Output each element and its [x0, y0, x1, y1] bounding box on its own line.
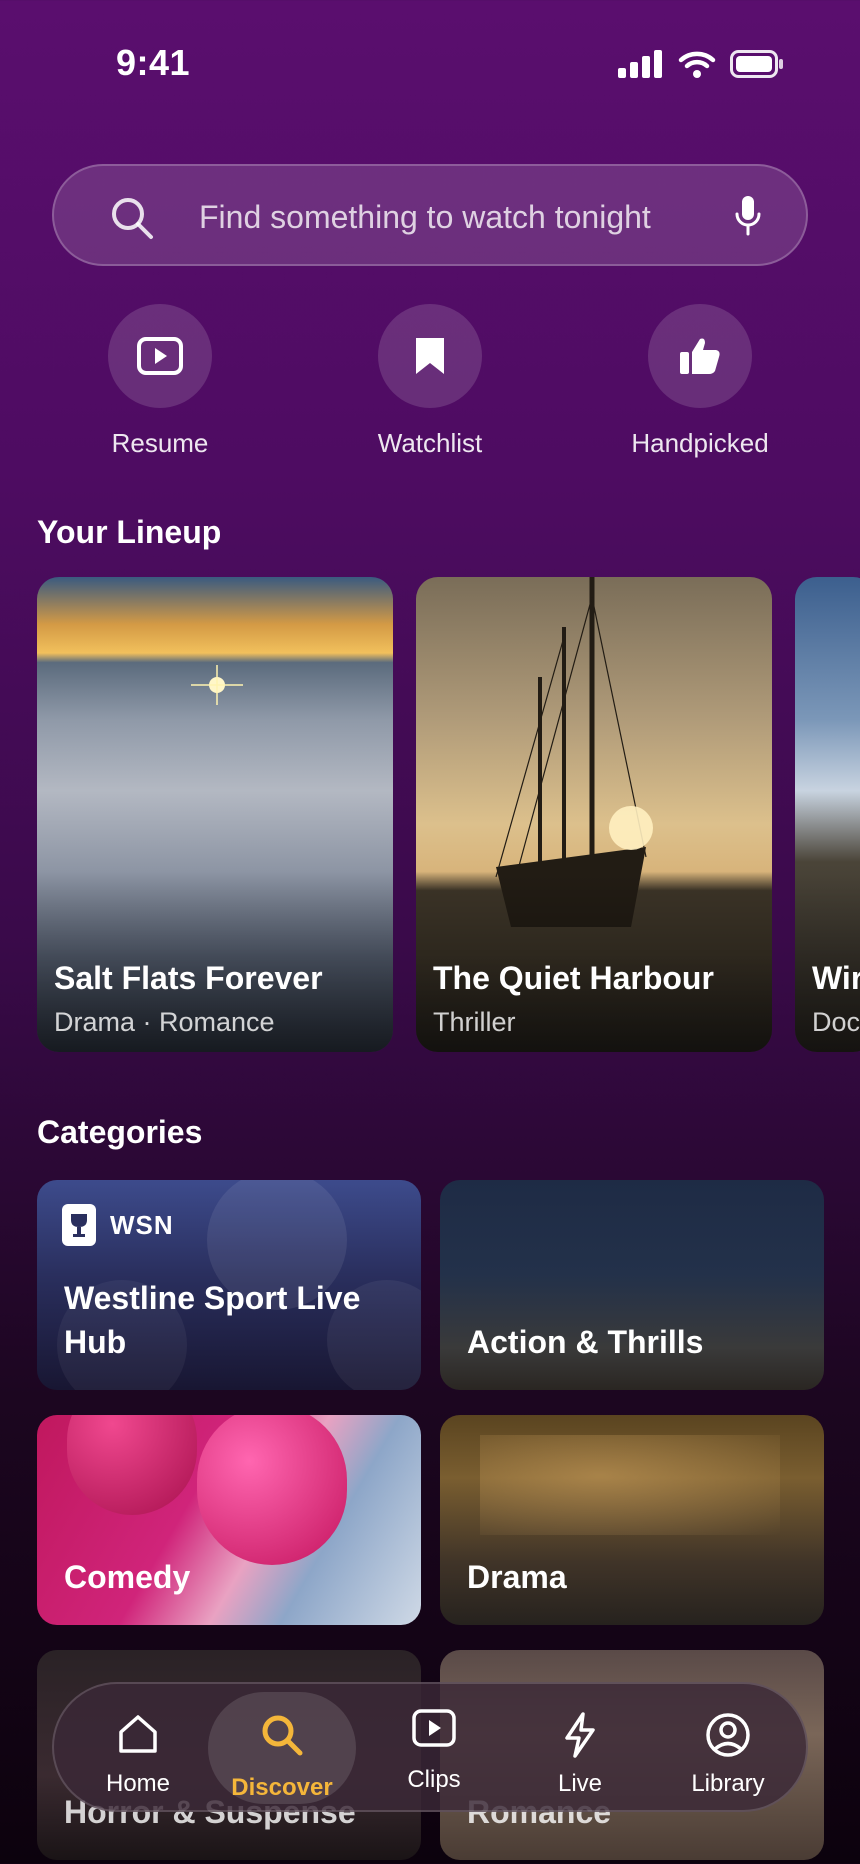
tab-library[interactable]: Library — [658, 1684, 798, 1810]
resume-label: Resume — [111, 428, 209, 458]
wifi-icon — [678, 51, 716, 78]
card-title: The Quiet Harbour — [433, 960, 714, 996]
handpicked-button[interactable]: Handpicked — [620, 304, 780, 459]
tab-home[interactable]: Home — [68, 1684, 208, 1810]
handpicked-label: Handpicked — [631, 428, 769, 458]
tab-bar: Home Discover Clips Live Library — [52, 1682, 808, 1812]
card-genre: Thriller — [433, 1007, 516, 1037]
tab-discover[interactable]: Discover — [208, 1684, 356, 1810]
sun-flare-icon — [191, 665, 243, 705]
tab-live[interactable]: Live — [510, 1684, 650, 1810]
category-label: Comedy — [64, 1559, 191, 1595]
microphone-icon[interactable] — [734, 194, 762, 238]
tab-label: Discover — [231, 1774, 333, 1801]
tab-label: Live — [557, 1770, 603, 1797]
category-label: Westline Sport Live Hub — [64, 1280, 361, 1360]
bokeh-light — [480, 1435, 780, 1535]
search-input[interactable]: Find something to watch tonight — [199, 199, 651, 236]
category-label: Action & Thrills — [467, 1324, 704, 1360]
play-square-icon — [412, 1709, 456, 1747]
categories-heading: Categories — [37, 1114, 203, 1150]
tab-clips[interactable]: Clips — [364, 1684, 504, 1810]
category-tile[interactable]: Drama — [440, 1415, 824, 1625]
bookmark-icon — [416, 338, 444, 374]
trophy-icon — [62, 1204, 96, 1246]
category-tile[interactable]: Comedy — [37, 1415, 421, 1625]
battery-icon — [730, 50, 783, 78]
tab-label: Home — [105, 1770, 171, 1797]
card-title: Wir — [812, 960, 860, 996]
signal-icon — [618, 50, 662, 78]
balloon — [67, 1415, 197, 1515]
tab-label: Clips — [407, 1766, 461, 1793]
card-genre: Doc — [812, 1007, 860, 1037]
lineup-heading: Your Lineup — [37, 514, 222, 550]
search-icon — [262, 1715, 303, 1756]
category-tile[interactable]: WSN Westline Sport Live Hub — [37, 1180, 421, 1390]
user-circle-icon — [706, 1713, 750, 1757]
card-title: Salt Flats Forever — [54, 960, 323, 996]
category-label: Drama — [467, 1559, 567, 1595]
lineup-card[interactable]: Salt Flats Forever Drama · Romance — [37, 577, 393, 1052]
lineup-card[interactable]: Wir Doc — [795, 577, 860, 1052]
search-bar[interactable]: Find something to watch tonight — [52, 164, 808, 266]
status-time: 9:41 — [116, 42, 191, 83]
tab-label: Library — [691, 1770, 765, 1797]
bolt-icon — [565, 1712, 595, 1758]
resume-button[interactable]: Resume — [80, 304, 240, 459]
watchlist-button[interactable]: Watchlist — [350, 304, 510, 459]
status-bar: 9:41 — [0, 0, 860, 120]
resume-icon-circle — [108, 304, 212, 408]
play-square-icon — [137, 337, 183, 375]
sun-icon — [609, 806, 653, 850]
category-tile[interactable]: Action & Thrills — [440, 1180, 824, 1390]
status-icons — [618, 50, 784, 78]
balloon — [197, 1415, 347, 1565]
thumbs-up-icon — [680, 338, 720, 374]
handpicked-icon-circle — [648, 304, 752, 408]
wsn-logo: WSN — [62, 1204, 174, 1246]
wsn-badge-text: WSN — [110, 1209, 174, 1240]
home-icon — [119, 1715, 157, 1753]
watchlist-label: Watchlist — [377, 428, 483, 458]
watchlist-icon-circle — [378, 304, 482, 408]
card-genre: Drama · Romance — [54, 1007, 275, 1037]
lineup-card[interactable]: The Quiet Harbour Thriller — [416, 577, 772, 1052]
search-icon — [112, 198, 153, 239]
